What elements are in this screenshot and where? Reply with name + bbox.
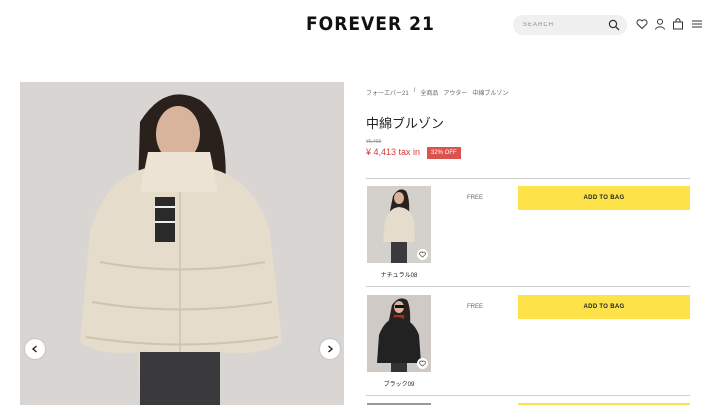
product-gallery[interactable] <box>20 82 344 405</box>
favorite-button[interactable] <box>417 249 428 260</box>
breadcrumb-current: 中綿ブルゾン <box>472 91 509 97</box>
variant-size: FREE <box>467 195 484 201</box>
prev-image-button[interactable] <box>25 339 45 359</box>
product-title: 中綿ブルゾン <box>366 116 445 131</box>
variant-color-name: ナチュラル08 <box>380 273 418 279</box>
divider <box>366 178 690 179</box>
variant-row: ブラック09 FREE ADD TO BAG <box>366 295 690 403</box>
variant-size: FREE <box>467 304 484 310</box>
discount-badge: 32% OFF <box>427 147 461 159</box>
breadcrumb-all-products[interactable]: 全商品 <box>420 88 438 97</box>
add-to-bag-button[interactable]: ADD TO BAG <box>518 186 690 210</box>
next-image-button[interactable] <box>320 339 340 359</box>
sale-price: ¥ 4,413 tax in <box>366 147 421 157</box>
breadcrumb-outer[interactable]: アウター <box>443 88 467 97</box>
variant-row: ナチュラル08 FREE ADD TO BAG <box>366 186 690 294</box>
heart-icon <box>419 251 426 258</box>
variant-thumbnail[interactable] <box>367 186 431 263</box>
favorite-button[interactable] <box>417 358 428 369</box>
menu-icon[interactable] <box>691 18 703 30</box>
chevron-left-icon <box>31 345 37 353</box>
divider <box>366 286 690 287</box>
breadcrumb-separator: / <box>413 88 416 94</box>
variant-color-name: ブラック09 <box>383 382 415 388</box>
product-info: フォーエバー21 / 全商品 アウター 中綿ブルゾン 中綿ブルゾン ¥6,490… <box>366 0 692 405</box>
heart-icon <box>419 360 426 367</box>
breadcrumb: フォーエバー21 / 全商品 アウター 中綿ブルゾン <box>366 88 508 97</box>
add-to-bag-button[interactable]: ADD TO BAG <box>518 295 690 319</box>
divider <box>366 395 690 396</box>
chevron-right-icon <box>328 345 334 353</box>
product-photo <box>20 82 344 405</box>
variant-thumbnail[interactable] <box>367 295 431 372</box>
original-price: ¥6,490 <box>366 139 382 145</box>
breadcrumb-home[interactable]: フォーエバー21 <box>366 88 409 97</box>
